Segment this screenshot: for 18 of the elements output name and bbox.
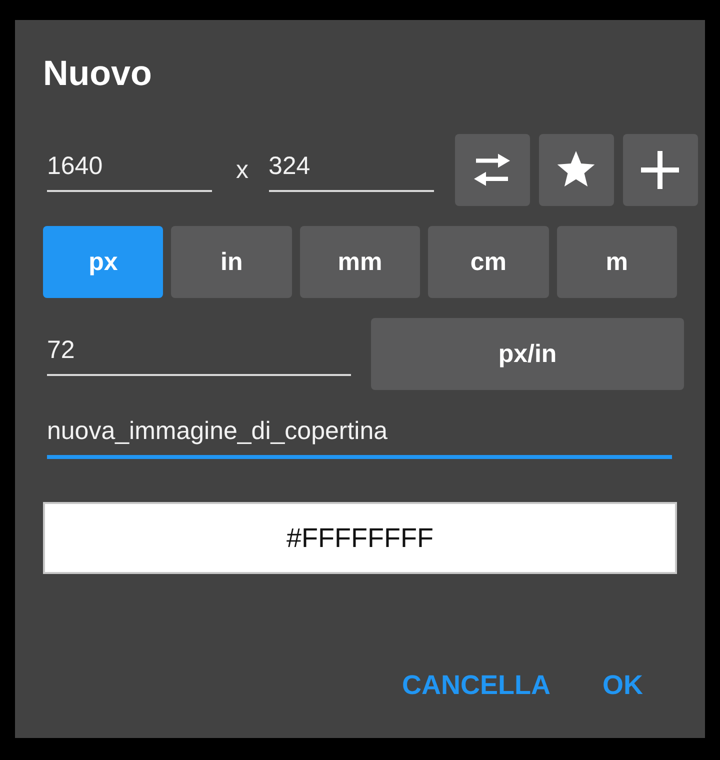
unit-button[interactable]: in: [171, 226, 292, 298]
height-field[interactable]: 324: [268, 148, 434, 192]
unit-button[interactable]: cm: [428, 226, 549, 298]
color-field[interactable]: #FFFFFFFF: [43, 502, 677, 574]
star-icon: [556, 151, 596, 189]
resolution-unit-button[interactable]: px/in: [371, 318, 684, 390]
swap-button[interactable]: [454, 134, 530, 206]
name-field[interactable]: nuova_immagine_di_copertina: [47, 414, 672, 458]
favorite-button[interactable]: [538, 134, 614, 206]
unit-button[interactable]: mm: [300, 226, 420, 298]
dialog-title: Nuovo: [43, 53, 153, 95]
dimension-separator: x: [236, 156, 248, 184]
swap-arrows-icon: [472, 153, 512, 187]
width-field[interactable]: 1640: [47, 148, 212, 192]
add-button[interactable]: [622, 134, 698, 206]
resolution-field[interactable]: 72: [47, 332, 351, 376]
unit-button[interactable]: m: [556, 226, 678, 298]
plus-icon: [641, 151, 679, 189]
